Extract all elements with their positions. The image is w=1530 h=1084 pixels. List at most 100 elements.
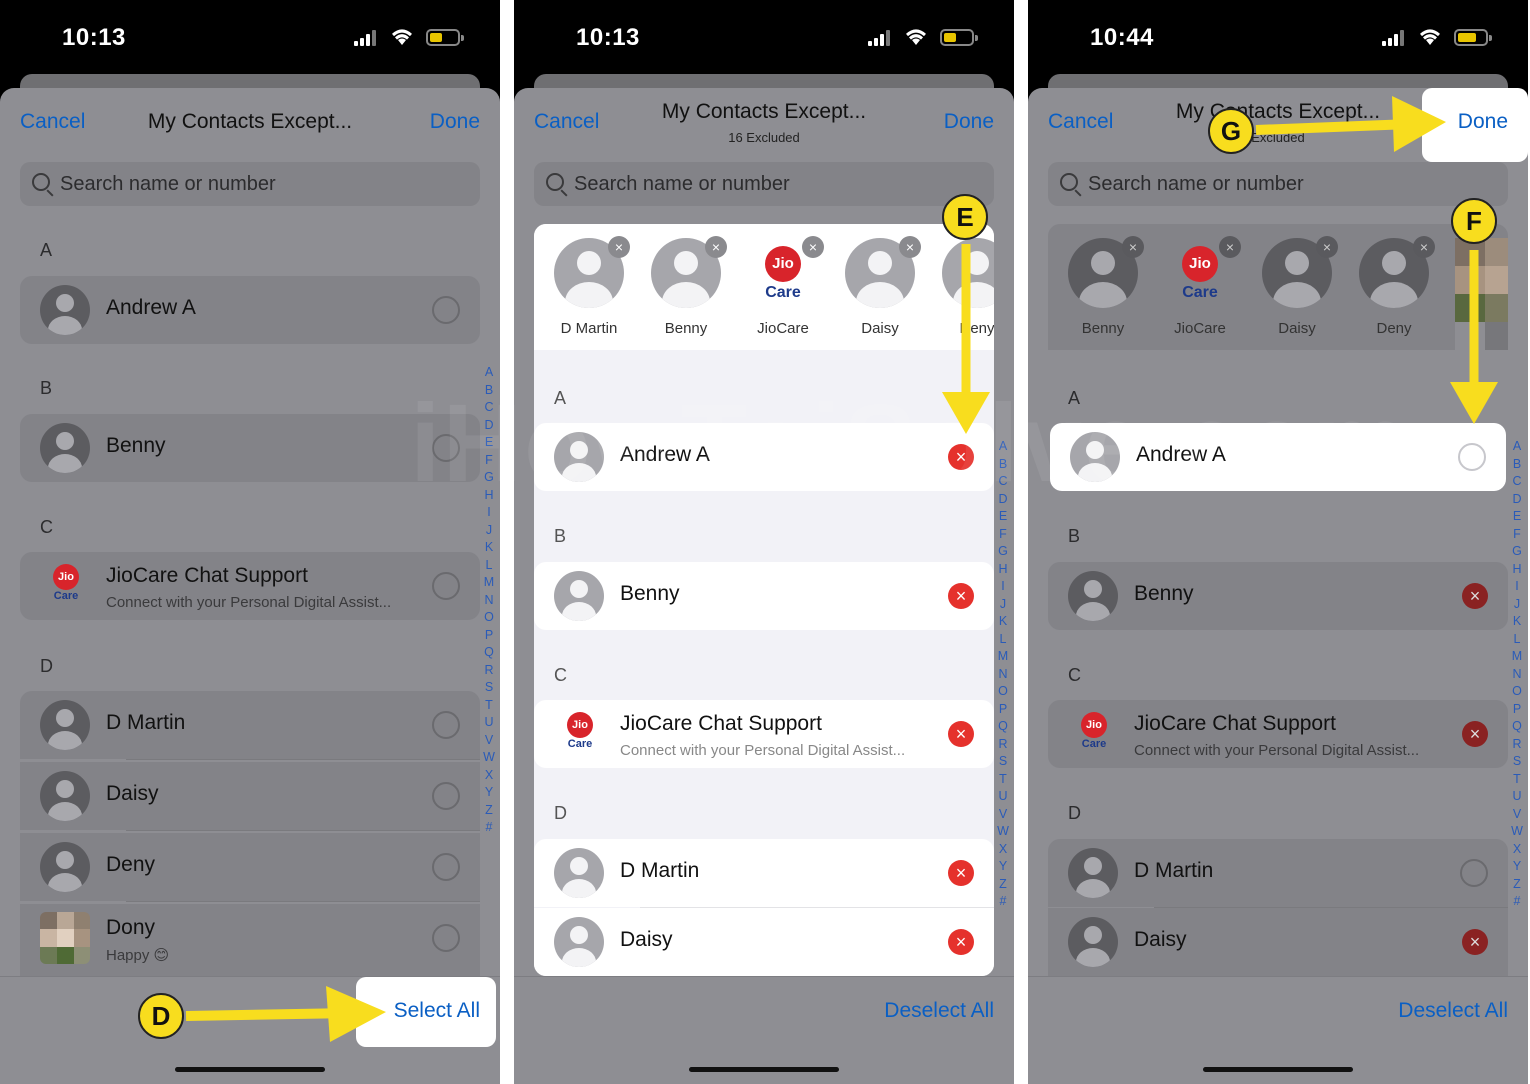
excluded-chip[interactable]: Jio Care × JioCare: [738, 236, 828, 348]
alphabet-index-letter[interactable]: P: [482, 627, 496, 645]
remove-chip-icon[interactable]: ×: [1122, 236, 1144, 258]
alphabet-index-letter[interactable]: M: [482, 574, 496, 592]
contact-row-dmartin[interactable]: D Martin: [1048, 839, 1508, 908]
excluded-remove-icon[interactable]: ×: [948, 860, 974, 886]
alphabet-index[interactable]: A B C D E F G H I J K L M N O P Q R S T U V W X Y Z #: [996, 438, 1010, 911]
alphabet-index-letter[interactable]: T: [996, 771, 1010, 789]
excluded-remove-icon[interactable]: ×: [948, 583, 974, 609]
done-button[interactable]: Done: [1458, 110, 1508, 134]
alphabet-index-letter[interactable]: S: [996, 753, 1010, 771]
alphabet-index-letter[interactable]: Y: [996, 858, 1010, 876]
search-field[interactable]: Search name or number: [20, 162, 480, 206]
alphabet-index-letter[interactable]: #: [1510, 893, 1524, 911]
alphabet-index-letter[interactable]: J: [482, 522, 496, 540]
alphabet-index-letter[interactable]: N: [482, 592, 496, 610]
alphabet-index-letter[interactable]: N: [1510, 666, 1524, 684]
alphabet-index-letter[interactable]: U: [996, 788, 1010, 806]
excluded-chip[interactable]: × Daisy: [835, 236, 925, 348]
excluded-remove-icon[interactable]: ×: [1462, 721, 1488, 747]
alphabet-index-letter[interactable]: Q: [996, 718, 1010, 736]
select-radio[interactable]: [432, 711, 460, 739]
alphabet-index-letter[interactable]: J: [996, 596, 1010, 614]
remove-chip-icon[interactable]: ×: [1413, 236, 1435, 258]
remove-chip-icon[interactable]: ×: [1219, 236, 1241, 258]
alphabet-index-letter[interactable]: L: [482, 557, 496, 575]
alphabet-index-letter[interactable]: K: [482, 539, 496, 557]
alphabet-index-letter[interactable]: C: [1510, 473, 1524, 491]
alphabet-index-letter[interactable]: R: [1510, 736, 1524, 754]
alphabet-index-letter[interactable]: I: [1510, 578, 1524, 596]
alphabet-index-letter[interactable]: F: [1510, 526, 1524, 544]
contact-row-jiocare[interactable]: Jio Care JioCare Chat Support Connect wit…: [20, 552, 480, 620]
alphabet-index-letter[interactable]: T: [1510, 771, 1524, 789]
deselect-all-button[interactable]: Deselect All: [884, 999, 994, 1023]
contact-row-dmartin[interactable]: D Martin: [20, 691, 480, 760]
alphabet-index-letter[interactable]: L: [996, 631, 1010, 649]
alphabet-index-letter[interactable]: Y: [482, 784, 496, 802]
contact-row-jiocare[interactable]: Jio Care JioCare Chat Support Connect wit…: [534, 700, 994, 768]
contact-row-andrew[interactable]: Andrew A: [20, 276, 480, 344]
select-radio[interactable]: [1458, 443, 1486, 471]
alphabet-index-letter[interactable]: P: [996, 701, 1010, 719]
excluded-chip[interactable]: × Daisy: [1252, 236, 1342, 348]
alphabet-index-letter[interactable]: S: [482, 679, 496, 697]
alphabet-index-letter[interactable]: V: [1510, 806, 1524, 824]
alphabet-index-letter[interactable]: E: [1510, 508, 1524, 526]
alphabet-index-letter[interactable]: S: [1510, 753, 1524, 771]
alphabet-index-letter[interactable]: U: [482, 714, 496, 732]
alphabet-index-letter[interactable]: W: [482, 749, 496, 767]
select-radio[interactable]: [432, 853, 460, 881]
done-button[interactable]: Done: [430, 110, 480, 134]
select-radio[interactable]: [432, 924, 460, 952]
alphabet-index-letter[interactable]: X: [996, 841, 1010, 859]
alphabet-index-letter[interactable]: O: [996, 683, 1010, 701]
remove-chip-icon[interactable]: ×: [802, 236, 824, 258]
alphabet-index-letter[interactable]: D: [1510, 491, 1524, 509]
alphabet-index-letter[interactable]: P: [1510, 701, 1524, 719]
alphabet-index[interactable]: A B C D E F G H I J K L M N O P Q R S T U V W X Y Z #: [1510, 438, 1524, 911]
contact-row-daisy[interactable]: Daisy ×: [534, 908, 994, 976]
remove-chip-icon[interactable]: ×: [1316, 236, 1338, 258]
remove-chip-icon[interactable]: ×: [608, 236, 630, 258]
alphabet-index-letter[interactable]: W: [1510, 823, 1524, 841]
alphabet-index-letter[interactable]: #: [482, 819, 496, 837]
excluded-chip[interactable]: × D Martin: [544, 236, 634, 348]
alphabet-index-letter[interactable]: R: [996, 736, 1010, 754]
done-button[interactable]: Done: [944, 110, 994, 134]
alphabet-index-letter[interactable]: Y: [1510, 858, 1524, 876]
alphabet-index-letter[interactable]: Q: [1510, 718, 1524, 736]
select-radio[interactable]: [432, 572, 460, 600]
excluded-chip[interactable]: Deny: [932, 238, 994, 348]
excluded-chip[interactable]: × Benny: [1058, 236, 1148, 348]
alphabet-index-letter[interactable]: M: [1510, 648, 1524, 666]
alphabet-index-letter[interactable]: H: [1510, 561, 1524, 579]
alphabet-index-letter[interactable]: L: [1510, 631, 1524, 649]
contact-row-jiocare[interactable]: Jio Care JioCare Chat Support Connect wit…: [1048, 700, 1508, 768]
alphabet-index-letter[interactable]: R: [482, 662, 496, 680]
alphabet-index-letter[interactable]: E: [996, 508, 1010, 526]
excluded-remove-icon[interactable]: ×: [1462, 583, 1488, 609]
alphabet-index-letter[interactable]: W: [996, 823, 1010, 841]
alphabet-index-letter[interactable]: N: [996, 666, 1010, 684]
alphabet-index-letter[interactable]: Z: [482, 802, 496, 820]
alphabet-index-letter[interactable]: Z: [996, 876, 1010, 894]
remove-chip-icon[interactable]: ×: [705, 236, 727, 258]
deselect-all-button[interactable]: Deselect All: [1398, 999, 1508, 1023]
alphabet-index-letter[interactable]: J: [1510, 596, 1524, 614]
select-radio[interactable]: [432, 782, 460, 810]
contact-row-benny[interactable]: Benny ×: [1048, 562, 1508, 630]
alphabet-index-letter[interactable]: O: [482, 609, 496, 627]
contact-row-deny[interactable]: Deny: [20, 833, 480, 902]
excluded-remove-icon[interactable]: ×: [1462, 929, 1488, 955]
alphabet-index-letter[interactable]: V: [996, 806, 1010, 824]
alphabet-index-letter[interactable]: A: [1510, 438, 1524, 456]
excluded-remove-icon[interactable]: ×: [948, 721, 974, 747]
contact-row-dony[interactable]: Dony Happy 😊: [20, 904, 480, 984]
excluded-chip[interactable]: Jio Care × JioCare: [1155, 236, 1245, 348]
alphabet-index-letter[interactable]: K: [996, 613, 1010, 631]
alphabet-index-letter[interactable]: H: [996, 561, 1010, 579]
contact-row-dmartin[interactable]: D Martin ×: [534, 839, 994, 908]
contact-row-daisy[interactable]: Daisy ×: [1048, 908, 1508, 984]
select-all-button[interactable]: Select All: [394, 999, 480, 1023]
alphabet-index-letter[interactable]: O: [1510, 683, 1524, 701]
